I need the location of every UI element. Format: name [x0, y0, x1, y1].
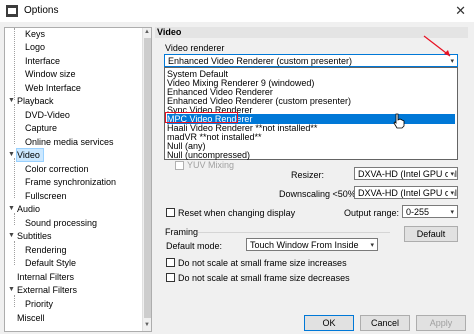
no-scale-decrease-checkbox[interactable] — [166, 273, 175, 282]
chevron-down-icon[interactable]: ▼ — [8, 97, 15, 104]
tree-scrollbar[interactable]: ▲ ▼ — [142, 28, 151, 331]
chevron-down-icon: ▾ — [370, 242, 374, 249]
resizer-select[interactable]: DXVA-HD (Intel GPU only ▾ — [354, 167, 458, 180]
tree-item-external-filters[interactable]: External Filters — [17, 284, 77, 296]
tree-item-default-style[interactable]: Default Style — [25, 257, 76, 269]
chevron-down-icon: ▾ — [448, 168, 454, 179]
options-icon — [6, 5, 18, 17]
scrollbar-thumb[interactable] — [144, 38, 151, 318]
tree-item-window-size[interactable]: Window size — [25, 68, 76, 80]
video-renderer-label: Video renderer — [165, 43, 225, 53]
resizer-label: Resizer: — [291, 170, 325, 180]
output-range-label: Output range: — [344, 208, 400, 218]
chevron-down-icon[interactable]: ▼ — [8, 232, 15, 239]
no-scale-increase-checkbox[interactable] — [166, 258, 175, 267]
video-renderer-select[interactable]: Enhanced Video Renderer (custom presente… — [164, 54, 458, 67]
yuv-mixing-checkbox[interactable] — [175, 161, 184, 170]
window-title: Options — [24, 5, 59, 16]
tree-item-subtitles[interactable]: Subtitles — [17, 230, 52, 242]
tree-guide-line — [14, 158, 15, 198]
tree-item-internal-filters[interactable]: Internal Filters — [17, 271, 74, 283]
tree-item-frame-synchronization[interactable]: Frame synchronization — [25, 176, 116, 188]
tree-item-sound-processing[interactable]: Sound processing — [25, 217, 97, 229]
tree-item-video[interactable]: Video — [16, 148, 44, 162]
downscaling-value: DXVA-HD (Intel GPU only — [358, 188, 458, 198]
hand-cursor-icon — [393, 113, 405, 129]
chevron-down-icon[interactable]: ▼ — [8, 151, 15, 158]
default-mode-value: Touch Window From Inside — [250, 240, 359, 250]
close-icon[interactable]: ✕ — [455, 3, 466, 19]
tree-item-online-media-services[interactable]: Online media services — [25, 136, 114, 148]
chevron-down-icon: ▾ — [450, 209, 454, 216]
chevron-down-icon[interactable]: ▼ — [8, 286, 15, 293]
tree-item-web-interface[interactable]: Web Interface — [25, 82, 81, 94]
scroll-up-icon[interactable]: ▲ — [144, 29, 150, 35]
reset-display-checkbox[interactable] — [166, 208, 175, 217]
video-renderer-value: Enhanced Video Renderer (custom presente… — [168, 56, 352, 66]
tree-item-miscellaneous[interactable]: Miscell — [17, 312, 45, 324]
resizer-value: DXVA-HD (Intel GPU only — [358, 169, 458, 179]
default-mode-label: Default mode: — [166, 241, 223, 251]
downscaling-label: Downscaling <50%: — [279, 189, 359, 199]
reset-display-label: Reset when changing display — [178, 208, 296, 218]
tree-item-rendering[interactable]: Rendering — [25, 244, 67, 256]
scroll-down-icon[interactable]: ▼ — [144, 322, 150, 328]
no-scale-increase-label: Do not scale at small frame size increas… — [178, 258, 347, 268]
yuv-mixing-label: YUV Mixing — [187, 160, 235, 170]
tree-guide-line — [14, 104, 15, 144]
output-range-select[interactable]: 0-255 ▾ — [402, 205, 458, 218]
option-null-uncompressed[interactable]: Null (uncompressed) — [167, 150, 455, 160]
tree-item-logo[interactable]: Logo — [25, 41, 45, 53]
tree-item-fullscreen[interactable]: Fullscreen — [25, 190, 67, 202]
tree-guide-line — [14, 213, 15, 225]
no-scale-decrease-label: Do not scale at small frame size decreas… — [178, 273, 350, 283]
tree-guide-line — [14, 28, 15, 100]
group-divider — [198, 232, 390, 233]
tree-item-playback[interactable]: Playback — [17, 95, 54, 107]
default-mode-select[interactable]: Touch Window From Inside ▾ — [246, 238, 378, 251]
framing-title: Framing — [165, 227, 199, 237]
tree-item-keys[interactable]: Keys — [25, 28, 45, 40]
tree-item-audio[interactable]: Audio — [17, 203, 40, 215]
ok-button[interactable]: OK — [304, 315, 354, 331]
tree-item-priority[interactable]: Priority — [25, 298, 53, 310]
apply-button[interactable]: Apply — [416, 315, 466, 331]
output-range-value: 0-255 — [406, 207, 430, 217]
options-tree[interactable]: Keys Logo Interface Window size Web Inte… — [4, 27, 152, 332]
downscaling-select[interactable]: DXVA-HD (Intel GPU only ▾ — [354, 186, 458, 199]
chevron-down-icon: ▾ — [448, 187, 454, 198]
tree-item-color-correction[interactable]: Color correction — [25, 163, 89, 175]
highlight-box — [165, 112, 238, 123]
chevron-down-icon[interactable]: ▼ — [8, 205, 15, 212]
title-bar: Options ✕ — [0, 0, 474, 22]
tree-guide-line — [14, 241, 15, 265]
tree-item-dvd-video[interactable]: DVD-Video — [25, 109, 70, 121]
tree-guide-line — [14, 295, 15, 307]
red-arrow-icon — [423, 35, 451, 57]
tree-item-interface[interactable]: Interface — [25, 55, 60, 67]
tree-item-capture[interactable]: Capture — [25, 122, 57, 134]
default-button[interactable]: Default — [404, 226, 458, 242]
cancel-button[interactable]: Cancel — [360, 315, 410, 331]
